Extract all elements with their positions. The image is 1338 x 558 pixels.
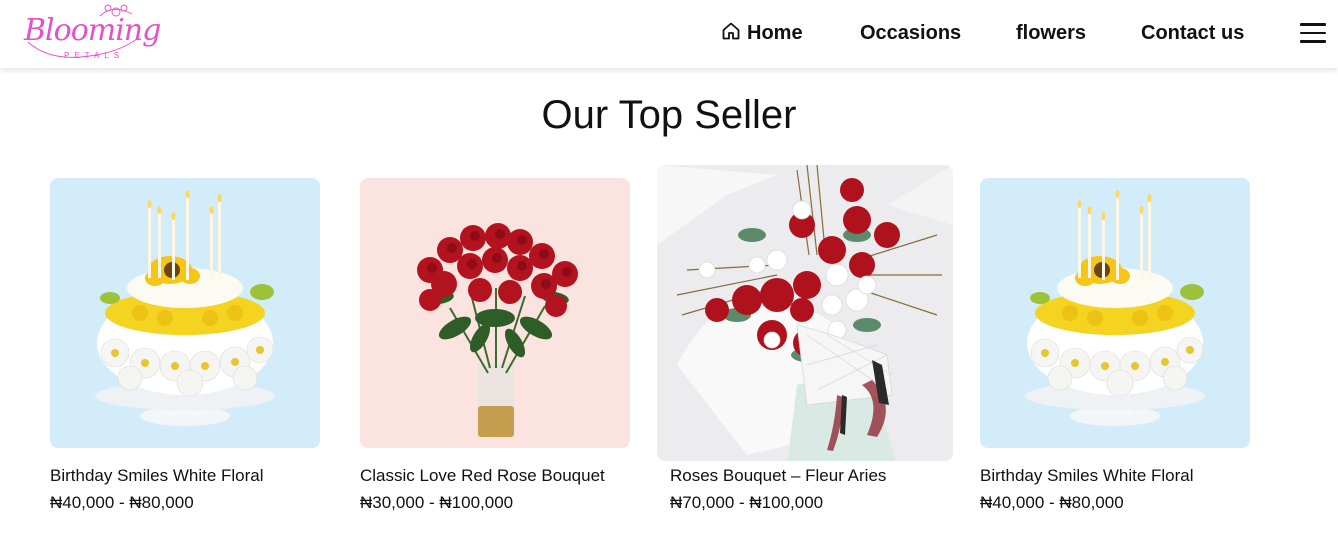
hamburger-menu-icon[interactable] [1300,23,1326,43]
main-nav: Home Occasions flowers Contact us [0,20,1338,48]
nav-occasions-link[interactable]: Occasions [860,20,961,46]
top-navbar: Blooming PETALS Home Occasions flowers C… [0,0,1338,68]
section-title: Our Top Seller [541,93,797,137]
product-image-wrapped-rose-bouquet[interactable] [657,165,953,461]
product-price: ₦40,000 - ₦80,000 [50,493,194,512]
nav-flowers-link[interactable]: flowers [1016,20,1086,46]
product-image-red-rose-vase[interactable] [360,178,630,448]
product-image-daisy-cake[interactable] [980,178,1250,448]
product-image-daisy-cake[interactable] [50,178,320,448]
home-icon [722,22,740,40]
logo-sub-text: PETALS [64,51,125,60]
product-price: ₦70,000 - ₦100,000 [670,493,824,512]
product-name[interactable]: Birthday Smiles White Floral [980,466,1194,486]
product-price: ₦30,000 - ₦100,000 [360,493,514,512]
nav-contact-link[interactable]: Contact us [1141,20,1244,46]
nav-home-label: Home [747,22,803,44]
product-name[interactable]: Classic Love Red Rose Bouquet [360,466,605,486]
product-name[interactable]: Birthday Smiles White Floral [50,466,264,486]
product-price: ₦40,000 - ₦80,000 [980,493,1124,512]
nav-home-link[interactable]: Home [721,20,803,46]
product-name[interactable]: Roses Bouquet – Fleur Aries [670,466,886,486]
